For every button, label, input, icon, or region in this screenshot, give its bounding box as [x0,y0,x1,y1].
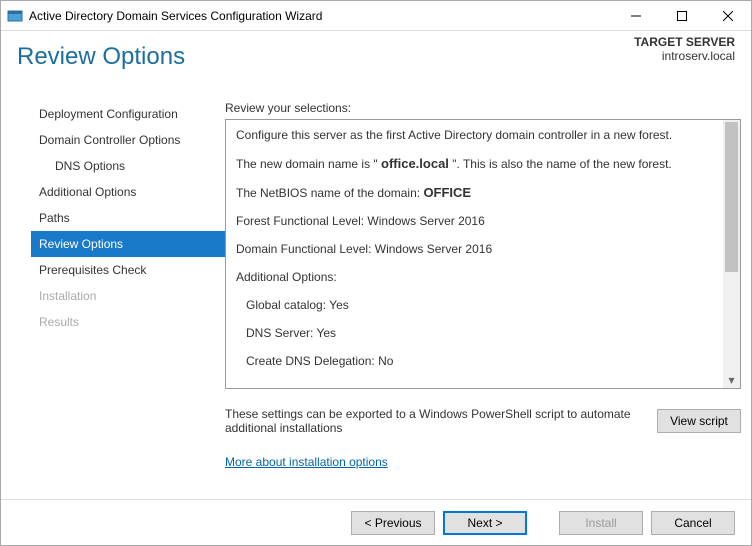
previous-button[interactable]: < Previous [351,511,435,535]
cancel-button[interactable]: Cancel [651,511,735,535]
maximize-button[interactable] [659,1,705,31]
scroll-thumb[interactable] [725,122,738,272]
sidebar-item-installation: Installation [31,283,225,309]
review-line-configure: Configure this server as the first Activ… [236,128,713,142]
header: Review Options TARGET SERVER introserv.l… [1,31,751,91]
titlebar: Active Directory Domain Services Configu… [1,1,751,31]
review-line-gc: Global catalog: Yes [236,298,713,312]
body: Deployment Configuration Domain Controll… [1,91,751,499]
scroll-down-icon[interactable]: ▾ [723,371,740,388]
review-line-addopts: Additional Options: [236,270,713,284]
target-server-block: TARGET SERVER introserv.local [634,35,735,63]
review-scrollbar[interactable]: ▴ ▾ [723,120,740,388]
review-line-netbios: The NetBIOS name of the domain: OFFICE [236,185,713,200]
page-title: Review Options [17,43,735,71]
sidebar-item-dns-options[interactable]: DNS Options [31,153,225,179]
main-pane: Review your selections: Configure this s… [225,91,741,499]
sidebar-item-domain-controller-options[interactable]: Domain Controller Options [31,127,225,153]
review-line-dfl: Domain Functional Level: Windows Server … [236,242,713,256]
footer: < Previous Next > Install Cancel [1,499,751,545]
review-line-domain: The new domain name is " office.local ".… [236,156,713,171]
sidebar-item-additional-options[interactable]: Additional Options [31,179,225,205]
view-script-button[interactable]: View script [657,409,741,433]
sidebar-item-review-options[interactable]: Review Options [31,231,225,257]
export-row: These settings can be exported to a Wind… [225,407,741,435]
window-title: Active Directory Domain Services Configu… [29,9,613,23]
review-line-deleg: Create DNS Delegation: No [236,354,713,368]
review-line-dns: DNS Server: Yes [236,326,713,340]
app-icon [7,8,23,24]
domain-name-value: office.local [381,156,449,171]
export-description: These settings can be exported to a Wind… [225,407,645,435]
minimize-button[interactable] [613,1,659,31]
target-server-name: introserv.local [634,49,735,63]
close-button[interactable] [705,1,751,31]
wizard-window: Active Directory Domain Services Configu… [0,0,752,546]
more-about-link[interactable]: More about installation options [225,455,741,469]
netbios-name-value: OFFICE [423,185,471,200]
sidebar-item-deployment-configuration[interactable]: Deployment Configuration [31,101,225,127]
sidebar-item-prerequisites-check[interactable]: Prerequisites Check [31,257,225,283]
sidebar-item-paths[interactable]: Paths [31,205,225,231]
review-box: Configure this server as the first Activ… [225,119,741,389]
review-line-ffl: Forest Functional Level: Windows Server … [236,214,713,228]
review-content: Configure this server as the first Activ… [226,120,723,388]
next-button[interactable]: Next > [443,511,527,535]
target-server-label: TARGET SERVER [634,35,735,49]
sidebar: Deployment Configuration Domain Controll… [1,91,225,499]
install-button: Install [559,511,643,535]
review-caption: Review your selections: [225,101,741,115]
sidebar-item-results: Results [31,309,225,335]
